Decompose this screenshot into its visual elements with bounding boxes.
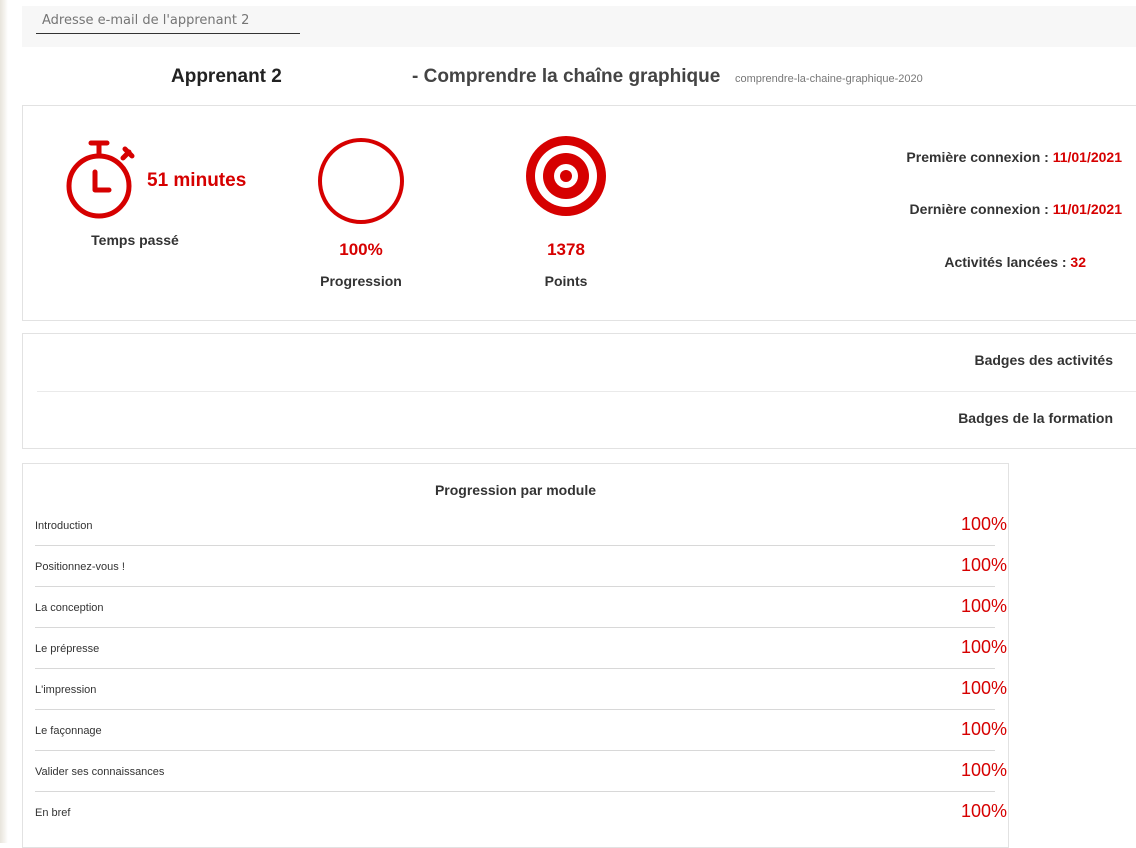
course-slug: comprendre-la-chaine-graphique-2020 (735, 73, 923, 85)
time-value: 51 minutes (147, 170, 247, 191)
left-edge (0, 0, 8, 843)
badges-course-row[interactable]: Badges de la formation (37, 392, 1136, 449)
module-name: Introduction (35, 520, 93, 532)
module-row: Valider ses connaissances 100% (35, 751, 1007, 792)
badges-activities-row[interactable]: Badges des activités (37, 334, 1136, 391)
module-progress: 100% (960, 637, 1007, 657)
module-progress: 100% (960, 801, 1007, 821)
module-progress: 100% (960, 760, 1007, 780)
activities-label: Activités lancées : (944, 254, 1071, 270)
progress-ring-icon (318, 138, 404, 224)
badges-course-label: Badges de la formation (958, 410, 1113, 426)
activities-launched: Activités lancées : 32 (944, 254, 1086, 270)
modules-card: Progression par module Introduction 100%… (22, 463, 1009, 848)
module-name: La conception (35, 602, 104, 614)
module-name: En bref (35, 807, 71, 819)
first-login: Première connexion : 11/01/2021 (906, 149, 1122, 165)
module-name: L'impression (35, 684, 97, 696)
last-login: Dernière connexion : 11/01/2021 (910, 201, 1122, 217)
module-row: La conception 100% (35, 587, 1007, 628)
module-row: Le prépresse 100% (35, 628, 1007, 669)
module-name: Le façonnage (35, 725, 102, 737)
module-progress: 100% (960, 678, 1007, 698)
learner-name: Apprenant 2 (171, 66, 282, 87)
page-header: Apprenant 2 - Comprendre la chaîne graph… (0, 66, 1136, 94)
module-row: Positionnez-vous ! 100% (35, 546, 1007, 587)
email-bar (22, 6, 1136, 47)
module-row: En bref 100% (35, 792, 1007, 833)
module-row: Le façonnage 100% (35, 710, 1007, 751)
module-name: Valider ses connaissances (35, 766, 165, 778)
last-login-value: 11/01/2021 (1052, 201, 1122, 217)
first-login-value: 11/01/2021 (1052, 149, 1122, 165)
first-login-label: Première connexion : (906, 149, 1053, 165)
points-value: 1378 (547, 240, 585, 259)
points-label: Points (544, 273, 588, 289)
activities-value: 32 (1070, 254, 1086, 270)
module-name: Le prépresse (35, 643, 100, 655)
module-name: Positionnez-vous ! (35, 561, 125, 573)
stopwatch-icon (66, 140, 135, 219)
target-icon (526, 136, 606, 216)
last-login-label: Dernière connexion : (909, 201, 1053, 217)
time-label: Temps passé (91, 232, 179, 248)
course-title: - Comprendre la chaîne graphique (412, 66, 721, 87)
badges-activities-label: Badges des activités (974, 352, 1113, 368)
module-row: L'impression 100% (35, 669, 1007, 710)
module-progress: 100% (960, 555, 1007, 575)
stats-card: 51 minutes Temps passé 100% Progression … (22, 105, 1136, 321)
progress-label: Progression (320, 273, 402, 289)
modules-title: Progression par module (434, 482, 597, 498)
module-progress: 100% (960, 719, 1007, 739)
module-progress: 100% (960, 596, 1007, 616)
email-field[interactable] (36, 8, 300, 34)
progress-value: 100% (339, 240, 383, 259)
module-progress: 100% (960, 514, 1007, 534)
module-row: Introduction 100% (35, 505, 1007, 546)
badges-card: Badges des activités Badges de la format… (22, 333, 1136, 449)
